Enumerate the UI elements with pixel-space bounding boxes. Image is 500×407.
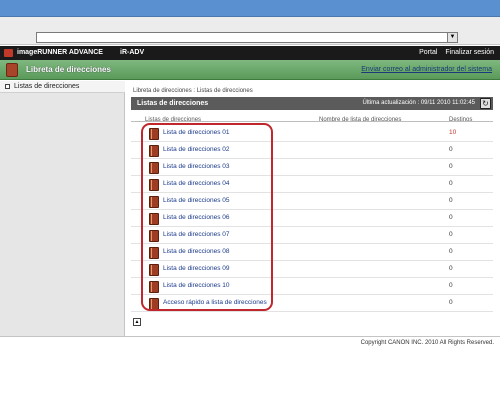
- last-update: Última actualización : 09/11 2010 11:02:…: [362, 100, 475, 106]
- device-name: iR-ADV: [120, 49, 145, 56]
- browser-title-bar: [0, 0, 500, 17]
- destination-count: 0: [449, 163, 453, 170]
- panel-header: Listas de direcciones Última actualizaci…: [131, 97, 493, 110]
- destination-count: 0: [449, 197, 453, 204]
- highlight-annotation: [141, 123, 273, 311]
- copyright: Copyright CANON INC. 2010 All Rights Res…: [360, 340, 494, 346]
- browser-toolbar: ▼: [0, 17, 500, 45]
- destination-count: 0: [449, 282, 453, 289]
- sidebar-item-label: Listas de direcciones: [14, 83, 80, 90]
- logout-link[interactable]: Finalizar sesión: [445, 49, 494, 56]
- destination-count: 0: [449, 146, 453, 153]
- address-book-icon: [6, 63, 18, 77]
- destination-count: 0: [449, 214, 453, 221]
- refresh-icon[interactable]: ↻: [480, 98, 491, 109]
- bullet-icon: [5, 84, 10, 89]
- email-admin-link[interactable]: Enviar correo al administrador del siste…: [361, 66, 492, 73]
- footer: Copyright CANON INC. 2010 All Rights Res…: [0, 336, 500, 407]
- destination-count: 0: [449, 231, 453, 238]
- app-header: imageRUNNER ADVANCE iR-ADV Portal Finali…: [0, 46, 500, 60]
- header-destinations: Destinos: [449, 117, 473, 123]
- page-header: Libreta de direcciones Enviar correo al …: [0, 60, 500, 80]
- address-bar[interactable]: ▼: [36, 32, 458, 43]
- destination-count: 10: [449, 129, 457, 136]
- portal-link[interactable]: Portal: [419, 49, 437, 56]
- sidebar: Listas de direcciones: [0, 81, 125, 336]
- header-list-name: Nombre de lista de direcciones: [319, 117, 402, 123]
- destination-count: 0: [449, 248, 453, 255]
- sidebar-item-address-lists[interactable]: Listas de direcciones: [0, 81, 125, 93]
- breadcrumb: Libreta de direcciones : Listas de direc…: [133, 88, 253, 94]
- top-nav: Portal Finalizar sesión: [413, 49, 494, 56]
- page-title: Libreta de direcciones: [26, 65, 111, 74]
- destination-count: 0: [449, 265, 453, 272]
- address-dropdown-icon[interactable]: ▼: [447, 33, 457, 42]
- page-top-icon[interactable]: ▲: [133, 318, 141, 326]
- canon-logo-icon: [4, 49, 13, 57]
- destination-count: 0: [449, 299, 453, 306]
- brand-name: imageRUNNER ADVANCE: [17, 49, 103, 56]
- destination-count: 0: [449, 180, 453, 187]
- panel-title: Listas de direcciones: [137, 100, 209, 107]
- table-header: Listas de direcciones Nombre de lista de…: [131, 111, 493, 123]
